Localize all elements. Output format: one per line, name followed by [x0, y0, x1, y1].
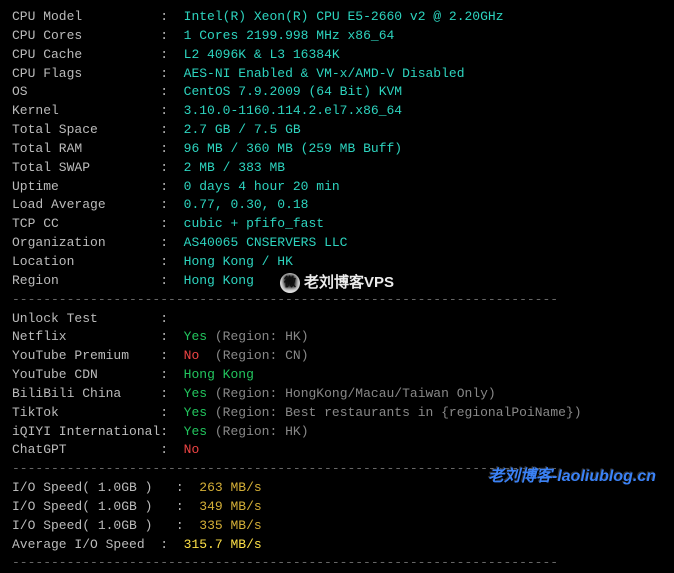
io-average: Average I/O Speed : 315.7 MB/s [12, 536, 662, 555]
watermark-center-text: 老刘博客VPS [304, 272, 394, 294]
unlock-tiktok: TikTok : Yes (Region: Best restaurants i… [12, 404, 662, 423]
io-run-3: I/O Speed( 1.0GB ) : 335 MB/s [12, 517, 662, 536]
sys-cpu-flags: CPU Flags : AES-NI Enabled & VM-x/AMD-V … [12, 65, 662, 84]
unlock-netflix: Netflix : Yes (Region: HK) [12, 328, 662, 347]
watermark-center: 微 老刘博客VPS [280, 272, 394, 294]
sys-os: OS : CentOS 7.9.2009 (64 Bit) KVM [12, 83, 662, 102]
sys-total-ram: Total RAM : 96 MB / 360 MB (259 MB Buff) [12, 140, 662, 159]
sys-cpu-cores: CPU Cores : 1 Cores 2199.998 MHz x86_64 [12, 27, 662, 46]
unlock-youtube-cdn: YouTube CDN : Hong Kong [12, 366, 662, 385]
unlock-chatgpt: ChatGPT : No [12, 441, 662, 460]
watermark-bottom-right: 老刘博客-laoliublog.cn [488, 465, 656, 488]
sys-location: Location : Hong Kong / HK [12, 253, 662, 272]
sys-total-swap: Total SWAP : 2 MB / 383 MB [12, 159, 662, 178]
sys-org: Organization : AS40065 CNSERVERS LLC [12, 234, 662, 253]
unlock-iqiyi: iQIYI International: Yes (Region: HK) [12, 423, 662, 442]
divider: ----------------------------------------… [12, 554, 662, 573]
weibo-icon: 微 [280, 273, 300, 293]
sys-load-avg: Load Average : 0.77, 0.30, 0.18 [12, 196, 662, 215]
sys-cpu-cache: CPU Cache : L2 4096K & L3 16384K [12, 46, 662, 65]
unlock-bilibili: BiliBili China : Yes (Region: HongKong/M… [12, 385, 662, 404]
sys-uptime: Uptime : 0 days 4 hour 20 min [12, 178, 662, 197]
unlock-youtube-premium: YouTube Premium : No (Region: CN) [12, 347, 662, 366]
sys-total-space: Total Space : 2.7 GB / 7.5 GB [12, 121, 662, 140]
io-run-2: I/O Speed( 1.0GB ) : 349 MB/s [12, 498, 662, 517]
unlock-heading: Unlock Test : [12, 310, 662, 329]
sys-cpu-model: CPU Model : Intel(R) Xeon(R) CPU E5-2660… [12, 8, 662, 27]
sys-tcp-cc: TCP CC : cubic + pfifo_fast [12, 215, 662, 234]
sys-kernel: Kernel : 3.10.0-1160.114.2.el7.x86_64 [12, 102, 662, 121]
